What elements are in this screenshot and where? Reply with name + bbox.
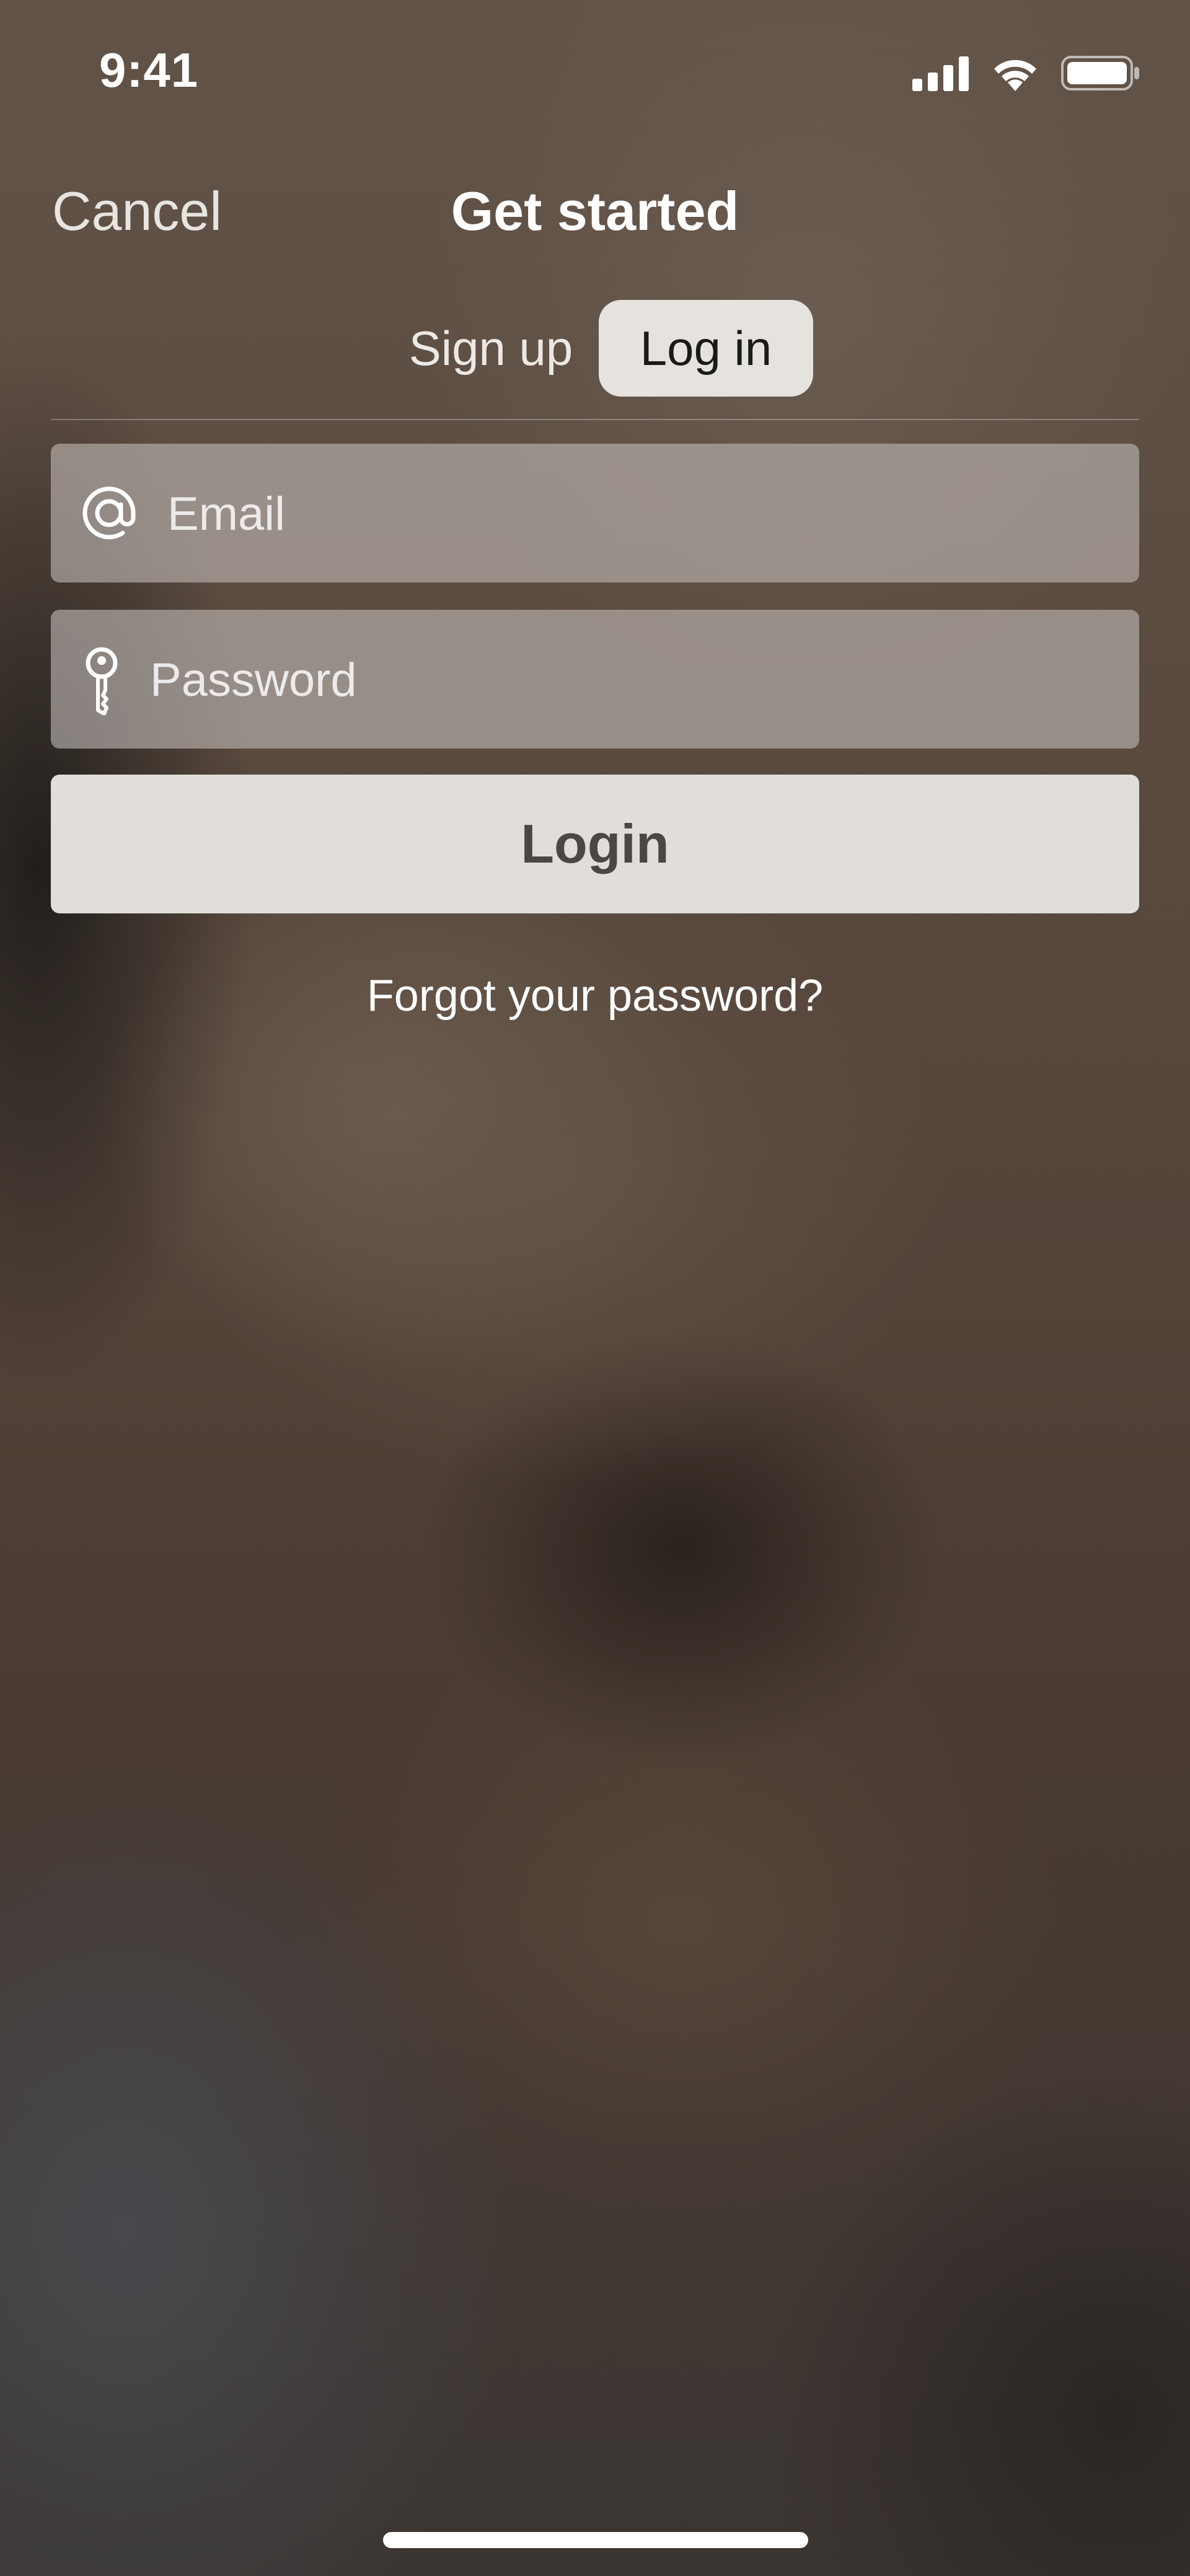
login-button[interactable]: Login <box>51 775 1139 913</box>
status-icons <box>912 50 1140 99</box>
home-indicator[interactable] <box>383 2532 808 2548</box>
cellular-signal-icon <box>912 55 969 94</box>
auth-mode-segmented-control: Sign up Log in <box>0 300 1190 397</box>
divider <box>51 419 1139 420</box>
wifi-icon <box>990 54 1040 95</box>
email-field[interactable] <box>51 444 1139 582</box>
password-field[interactable] <box>51 610 1139 749</box>
at-sign-icon <box>78 482 140 544</box>
key-icon <box>78 646 125 715</box>
battery-icon <box>1061 55 1140 95</box>
email-input[interactable] <box>166 476 1036 552</box>
status-time: 9:41 <box>99 43 199 97</box>
password-input[interactable] <box>149 642 1019 718</box>
page-title: Get started <box>451 180 739 242</box>
tab-sign-up[interactable]: Sign up <box>392 300 590 397</box>
tab-log-in[interactable]: Log in <box>599 300 813 397</box>
forgot-password-link[interactable]: Forgot your password? <box>0 970 1190 1021</box>
